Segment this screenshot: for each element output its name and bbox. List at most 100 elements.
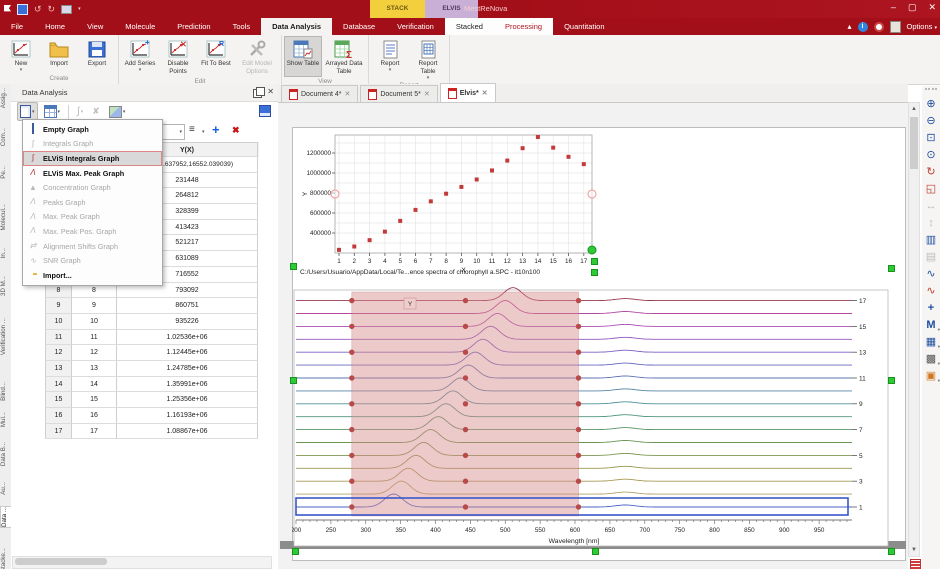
side-tab-verification[interactable]: Verification ...	[0, 318, 11, 355]
cell[interactable]: 1.25356e+06	[117, 392, 258, 408]
menu-tab-prediction[interactable]: Prediction	[166, 18, 221, 35]
menu-item-integrals-graph[interactable]: ∫Integrals Graph	[23, 137, 162, 152]
context-tab-stacked[interactable]: Stacked	[445, 18, 494, 35]
menu-tab-verification[interactable]: Verification	[386, 18, 445, 35]
menu-item-import-[interactable]: Import...	[23, 268, 162, 283]
info-icon[interactable]: i	[858, 22, 868, 32]
table-row[interactable]: 12121.12445e+06	[45, 345, 259, 361]
add-series-button[interactable]: +Add Series▾	[121, 36, 159, 77]
customize-quick-access-icon[interactable]: ▾	[78, 3, 81, 15]
resize-handle[interactable]	[591, 258, 598, 265]
peaks-icon[interactable]: ∿	[923, 267, 939, 283]
list-menu-icon[interactable]: ≡	[189, 124, 195, 135]
resize-handle[interactable]	[888, 377, 895, 384]
side-tab-3dm[interactable]: 3D M...	[0, 276, 11, 296]
delete-row-button[interactable]: ✖	[232, 125, 240, 136]
resize-handle[interactable]	[888, 265, 895, 272]
side-tab-assig[interactable]: Assig...	[0, 88, 11, 108]
import-button[interactable]: Import	[40, 36, 78, 74]
close-tab-icon[interactable]: ✕	[344, 90, 350, 98]
side-tab-stacke[interactable]: Stacke...	[0, 548, 11, 569]
menu-item-empty-graph[interactable]: Empty Graph	[23, 122, 162, 137]
cell[interactable]: 1.12445e+06	[117, 345, 258, 361]
menu-item-max-peak-pos-graph[interactable]: ΛMax. Peak Pos. Graph	[23, 224, 162, 239]
cell[interactable]: 11	[72, 330, 117, 346]
cell[interactable]: 13	[72, 361, 117, 377]
canvas-vertical-scrollbar[interactable]: ▲ ▼	[908, 102, 920, 557]
help-target-icon[interactable]	[874, 22, 884, 32]
menu-tab-data-analysis[interactable]: Data Analysis	[261, 18, 332, 35]
options-button[interactable]: Options ▾	[907, 22, 937, 31]
menu-tab-database[interactable]: Database	[332, 18, 386, 35]
scroll-up-icon[interactable]: ▲	[909, 103, 919, 115]
table-row[interactable]: 99860751	[45, 298, 259, 314]
row-header[interactable]: 13	[45, 361, 72, 377]
side-tab-datab[interactable]: Data B...	[0, 442, 11, 466]
cell[interactable]: 17	[72, 424, 117, 440]
maximize-button[interactable]: ▢	[908, 2, 917, 13]
resize-handle[interactable]	[591, 269, 598, 276]
page-grid-icon[interactable]	[910, 559, 921, 569]
crosshair-icon[interactable]: +	[923, 301, 939, 317]
close-button[interactable]: ✕	[928, 2, 936, 13]
resize-handle[interactable]	[290, 263, 297, 270]
stacked-spectra-chart[interactable]: 2002503003504004505005506006507007508008…	[292, 284, 906, 562]
table-row[interactable]: 11111.02536e+06	[45, 330, 259, 346]
menu-tab-view[interactable]: View	[76, 18, 114, 35]
redo-icon[interactable]: ↻	[48, 3, 56, 15]
print-icon[interactable]	[61, 5, 72, 14]
scroll-down-icon[interactable]: ▼	[909, 544, 919, 556]
menu-item-concentration-graph[interactable]: ▲Concentration Graph	[23, 180, 162, 195]
manual-zoom-icon[interactable]: ↻	[923, 165, 939, 181]
close-tab-icon[interactable]: ✕	[424, 90, 430, 98]
cut-button[interactable]: ✘	[89, 104, 103, 119]
row-header[interactable]: 16	[45, 408, 72, 424]
cell[interactable]: 10	[72, 314, 117, 330]
menu-tab-file[interactable]: File	[0, 18, 34, 35]
row-header[interactable]: 9	[45, 298, 72, 314]
cell[interactable]: 1.02536e+06	[117, 330, 258, 346]
export-image-button[interactable]: ▾	[106, 103, 129, 121]
row-header[interactable]: 11	[45, 330, 72, 346]
edit-model-options-button[interactable]: Edit Model Options	[235, 36, 279, 77]
document-tab-elvis-[interactable]: Elvis*✕	[440, 83, 496, 102]
side-tab-molecul[interactable]: Molecul...	[0, 204, 11, 230]
table-horizontal-scrollbar[interactable]	[12, 556, 272, 569]
side-tab-au[interactable]: Au...	[0, 482, 11, 495]
integrals-graph-button[interactable]: ∫▾	[74, 104, 86, 120]
side-tab-com[interactable]: Com...	[0, 128, 11, 146]
increase-intensity-icon[interactable]: ▥	[923, 233, 939, 249]
save-icon[interactable]	[17, 4, 28, 15]
copy-zoom-icon[interactable]: ◱	[923, 182, 939, 198]
row-header[interactable]: 12	[45, 345, 72, 361]
vscrollbar-thumb[interactable]	[910, 117, 918, 169]
show-table-button[interactable]: Show Table	[284, 36, 322, 77]
side-tab-mul[interactable]: Mul...	[0, 412, 11, 427]
new-button[interactable]: New▾	[2, 36, 40, 74]
fit-to-best-button[interactable]: RFit To Best	[197, 36, 235, 77]
manual-icon[interactable]	[890, 21, 901, 33]
app-flag-icon[interactable]	[4, 5, 11, 13]
document-tab-document-5-[interactable]: Document 5*✕	[360, 85, 437, 102]
table-row[interactable]: 15151.25356e+06	[45, 392, 259, 408]
menu-tab-molecule[interactable]: Molecule	[114, 18, 166, 35]
panel-save-icon[interactable]	[259, 105, 271, 117]
row-header[interactable]: 15	[45, 392, 72, 408]
scrollbar-thumb[interactable]	[15, 558, 107, 565]
table-row[interactable]: 1010935226	[45, 314, 259, 330]
row-header[interactable]: 14	[45, 377, 72, 393]
cell[interactable]: 16	[72, 408, 117, 424]
spectrum-path-caption[interactable]: C:/Users/Usuario/AppData/Local/Te...ence…	[300, 269, 540, 276]
menu-item-alignment-shifts-graph[interactable]: ⇄Alignment Shifts Graph	[23, 239, 162, 254]
multiplets-icon[interactable]: M▾	[923, 318, 939, 334]
table-row[interactable]: 13131.24785e+06	[45, 361, 259, 377]
resize-handle[interactable]	[292, 548, 299, 555]
context-tab-processing[interactable]: Processing	[494, 18, 553, 35]
menu-item-elvis-integrals-graph[interactable]: ∫ELViS Integrals Graph	[23, 151, 162, 166]
menu-item-elvis-max-peak-graph[interactable]: ΛELViS Max. Peak Graph	[23, 166, 162, 181]
collapse-ribbon-icon[interactable]: ▴	[848, 22, 852, 31]
menu-item-peaks-graph[interactable]: ΛPeaks Graph	[23, 195, 162, 210]
row-header[interactable]: 17	[45, 424, 72, 440]
side-tab-in[interactable]: In...	[0, 248, 11, 258]
context-tab-quantitation[interactable]: Quantitation	[553, 18, 615, 35]
